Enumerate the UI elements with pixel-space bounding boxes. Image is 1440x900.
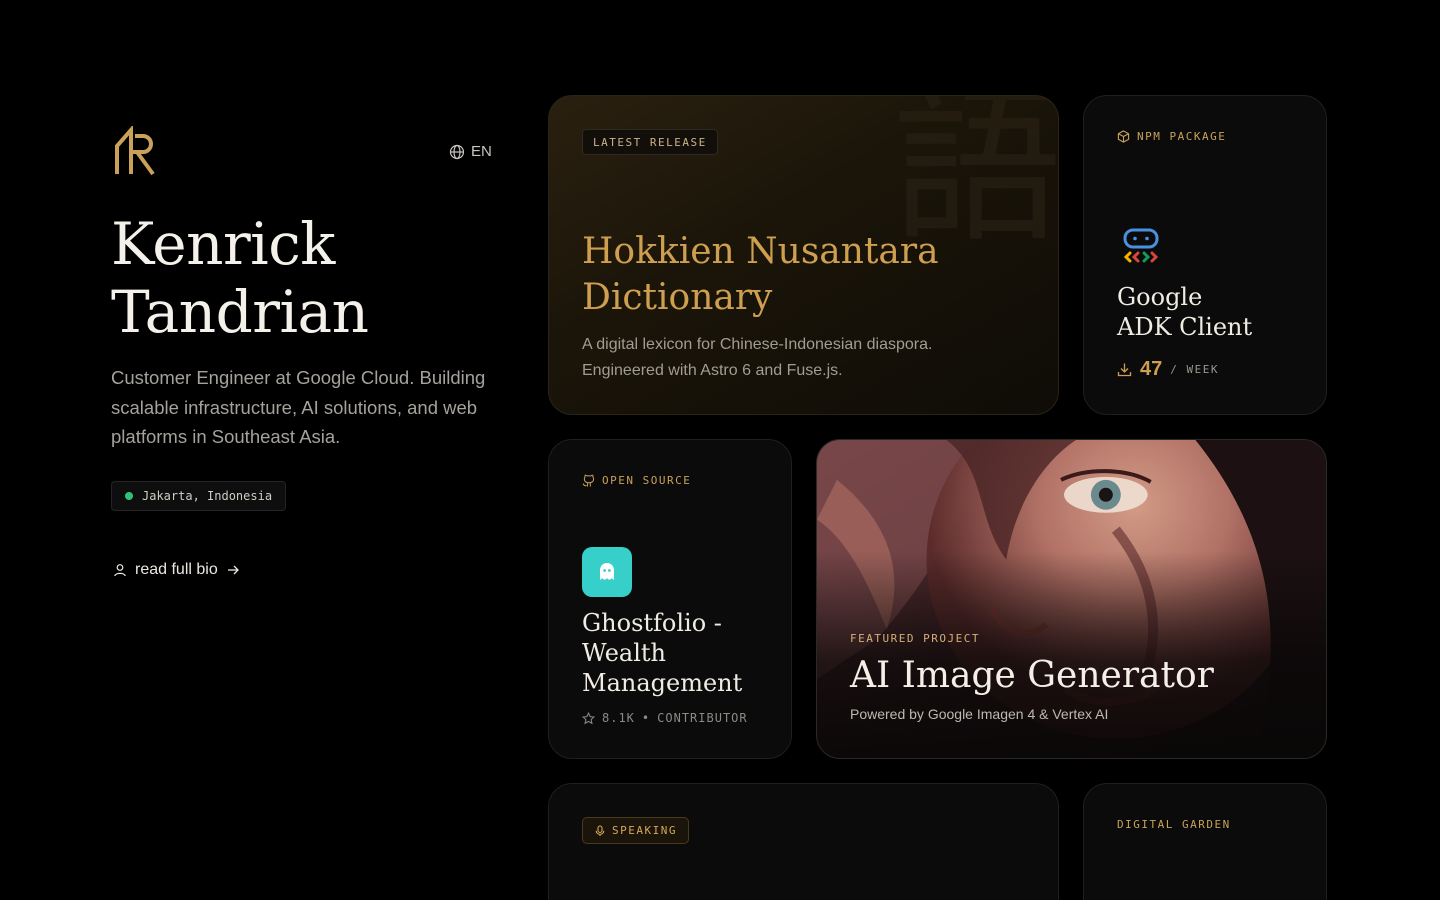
package-icon <box>1117 130 1130 143</box>
open-source-meta: 8.1K • CONTRIBUTOR <box>582 711 748 725</box>
read-bio-label: read full bio <box>135 561 218 578</box>
npm-package-card[interactable]: NPM PACKAGE Google ADK Client 47 / WEEK <box>1083 95 1327 415</box>
location-label: Jakarta, Indonesia <box>142 489 273 503</box>
page-title: Kenrick Tandrian <box>111 210 369 346</box>
user-icon <box>114 564 126 577</box>
open-source-tag: OPEN SOURCE <box>582 474 691 487</box>
ghostfolio-logo <box>582 547 632 597</box>
download-unit: / WEEK <box>1170 363 1219 376</box>
open-source-title: Ghostfolio - Wealth Management <box>582 609 743 697</box>
language-switcher[interactable]: EN <box>449 143 492 160</box>
npm-title-line2: ADK Client <box>1117 313 1253 341</box>
release-description: A digital lexicon for Chinese-Indonesian… <box>582 336 933 379</box>
bio-text: Customer Engineer at Google Cloud. Build… <box>111 367 486 447</box>
read-bio-link[interactable]: read full bio <box>113 561 240 579</box>
arrow-right-icon <box>227 565 239 575</box>
download-count: 47 <box>1140 358 1163 380</box>
location-badge: Jakarta, Indonesia <box>111 481 287 511</box>
speaking-card[interactable]: SPEAKING <box>548 783 1059 900</box>
featured-project-card[interactable]: FEATURED PROJECT AI Image Generator Powe… <box>816 439 1327 759</box>
open-source-card[interactable]: OPEN SOURCE Ghostfolio - Wealth Manageme… <box>548 439 792 759</box>
name-first: Kenrick <box>111 210 335 278</box>
microphone-icon <box>595 824 605 836</box>
logo-icon[interactable] <box>113 126 157 178</box>
globe-icon <box>449 144 465 159</box>
name-last: Tandrian <box>111 278 369 346</box>
status-dot <box>125 492 133 500</box>
featured-title: AI Image Generator <box>850 655 1214 696</box>
meta-separator: • <box>641 711 651 725</box>
npm-title-line1: Google <box>1117 283 1203 311</box>
star-icon <box>582 711 595 724</box>
speaking-tag-label: SPEAKING <box>612 824 677 837</box>
open-source-tag-label: OPEN SOURCE <box>602 474 692 487</box>
featured-description: Powered by Google Imagen 4 & Vertex AI <box>850 706 1109 722</box>
github-icon <box>582 474 595 487</box>
contributor-role: CONTRIBUTOR <box>657 711 748 725</box>
release-title: Hokkien Nusantara Dictionary <box>582 231 939 318</box>
star-count: 8.1K <box>602 711 635 725</box>
profile-column: EN Kenrick Tandrian Customer Engineer at… <box>111 0 501 900</box>
npm-tag-label: NPM PACKAGE <box>1137 130 1227 143</box>
latest-release-tag: LATEST RELEASE <box>582 129 718 155</box>
npm-tag: NPM PACKAGE <box>1117 130 1226 143</box>
download-stat: 47 / WEEK <box>1117 358 1219 381</box>
ghost-icon <box>600 563 614 580</box>
speaking-tag: SPEAKING <box>582 817 689 844</box>
digital-garden-card[interactable]: DIGITAL GARDEN <box>1083 783 1327 900</box>
featured-tag: FEATURED PROJECT <box>850 632 980 645</box>
download-icon <box>1117 363 1132 377</box>
latest-release-card[interactable]: 語 LATEST RELEASE Hokkien Nusantara Dicti… <box>548 95 1059 415</box>
language-label: EN <box>471 143 492 160</box>
digital-garden-tag: DIGITAL GARDEN <box>1117 818 1231 831</box>
npm-package-title: Google ADK Client <box>1117 282 1252 342</box>
adk-icon <box>1123 228 1159 263</box>
